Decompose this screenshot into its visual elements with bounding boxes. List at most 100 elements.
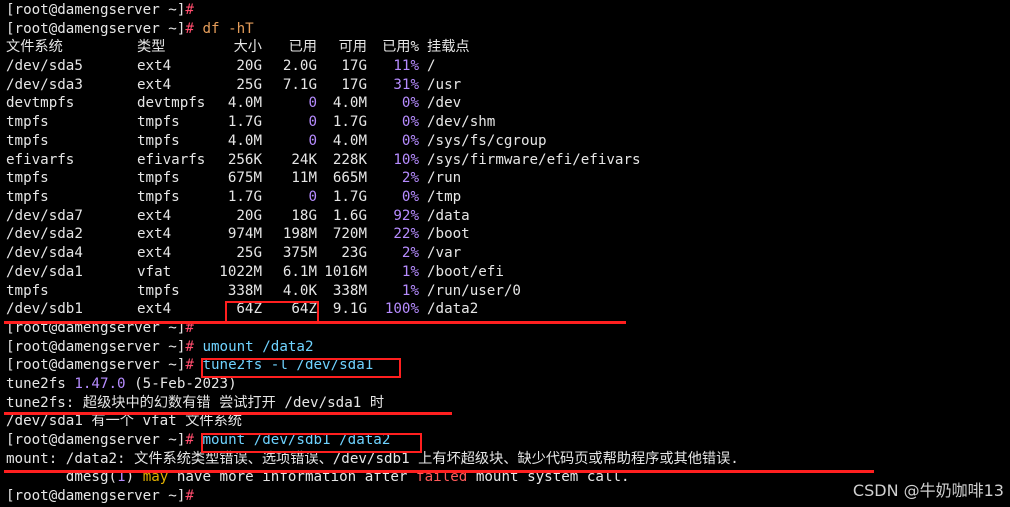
df-cell-fs: /dev/sda7 bbox=[6, 207, 83, 224]
df-cell-mount: /var bbox=[427, 245, 462, 262]
dmesg-num: 1 bbox=[117, 469, 126, 486]
df-cell-usep: 0% bbox=[401, 132, 419, 149]
df-row: tmpfs tmpfs 1.7G 0 1.7G 0% /dev/shm bbox=[6, 113, 641, 132]
prompt: [root@damengserver ~] bbox=[6, 338, 186, 355]
tune2fs-version-line: tune2fs 1.47.0 (5-Feb-2023) bbox=[6, 375, 1010, 394]
df-cell-type: ext4 bbox=[137, 301, 172, 318]
df-cell-usep: 22% bbox=[393, 226, 419, 243]
df-cell-fs: /dev/sdb1 bbox=[6, 301, 83, 318]
df-cell-mount: /dev/shm bbox=[427, 114, 496, 131]
df-cell-avail: 9.1G bbox=[332, 301, 367, 318]
df-cell-used: 7.1G bbox=[282, 76, 317, 93]
df-cell-usep: 0% bbox=[401, 114, 419, 131]
prompt-symbol: # bbox=[185, 488, 194, 505]
df-cell-size: 4.0M bbox=[227, 132, 262, 149]
header-size: 大小 bbox=[233, 39, 262, 56]
tune2fs-error-msg: 超级块中的幻数有错 尝试打开 /dev/sda1 时 bbox=[74, 394, 385, 411]
df-cell-fs: tmpfs bbox=[6, 170, 49, 187]
df-cell-used: 64Z bbox=[291, 301, 317, 318]
df-cell-type: tmpfs bbox=[137, 189, 180, 205]
df-cell-size: 25G bbox=[236, 245, 262, 262]
df-cell-mount: /tmp bbox=[427, 189, 462, 205]
df-row: tmpfs tmpfs 675M 11M 665M 2% /run bbox=[6, 169, 641, 188]
prompt-line-empty: [root@damengserver ~]# bbox=[6, 1, 1010, 20]
header-type: 类型 bbox=[137, 39, 166, 56]
df-cell-used: 375M bbox=[282, 245, 317, 262]
df-cell-mount: /boot bbox=[427, 226, 470, 243]
df-row: /dev/sda7 ext4 20G 18G 1.6G 92% /data bbox=[6, 207, 641, 226]
prompt: [root@damengserver ~] bbox=[6, 357, 186, 374]
df-cell-type: tmpfs bbox=[137, 282, 180, 299]
df-cell-fs: devtmpfs bbox=[6, 95, 75, 112]
df-cell-usep: 1% bbox=[401, 282, 419, 299]
df-cell-used: 0 bbox=[308, 95, 317, 112]
df-cell-avail: 228K bbox=[332, 151, 367, 168]
tune2fs-version: 1.47.0 bbox=[74, 375, 126, 392]
df-cell-size: 4.0M bbox=[227, 95, 262, 112]
df-cell-usep: 0% bbox=[401, 189, 419, 205]
df-cell-usep: 31% bbox=[393, 76, 419, 93]
prompt: [root@damengserver ~] bbox=[6, 20, 186, 37]
df-cell-avail: 4.0M bbox=[332, 132, 367, 149]
df-cell-size: 1.7G bbox=[227, 114, 262, 131]
df-cell-mount: /run/user/0 bbox=[427, 282, 521, 299]
df-cell-type: vfat bbox=[137, 263, 172, 280]
dmesg-prefix: dmesg( bbox=[6, 469, 118, 486]
prompt-symbol: # bbox=[185, 319, 194, 336]
df-cell-avail: 1.7G bbox=[332, 189, 367, 205]
df-row: tmpfs tmpfs 4.0M 0 4.0M 0% /sys/fs/cgroup bbox=[6, 132, 641, 151]
df-row: /dev/sda1 vfat 1022M 6.1M 1016M 1% /boot/efi bbox=[6, 263, 641, 282]
sda1-note: /dev/sda1 有一个 vfat 文件系统 bbox=[6, 413, 242, 430]
df-row: /dev/sda2 ext4 974M 198M 720M 22% /boot bbox=[6, 225, 641, 244]
df-cell-fs: /dev/sda2 bbox=[6, 226, 83, 243]
terminal-output[interactable]: [root@damengserver ~]# [root@damengserve… bbox=[6, 1, 1010, 506]
df-cell-mount: /sys/firmware/efi/efivars bbox=[427, 151, 641, 168]
df-cell-type: ext4 bbox=[137, 226, 172, 243]
df-cell-type: ext4 bbox=[137, 76, 172, 93]
df-row: /dev/sda4 ext4 25G 375M 23G 2% /var bbox=[6, 244, 641, 263]
tune2fs-error-label: tune2fs: bbox=[6, 394, 75, 411]
mount-error-msg: 文件系统类型错误、选项错误、/dev/sdb1 上有坏超级块、缺少代码页或帮助程… bbox=[125, 450, 739, 467]
tune2fs-error-line: tune2fs: 超级块中的幻数有错 尝试打开 /dev/sda1 时 bbox=[6, 394, 1010, 413]
df-cell-avail: 23G bbox=[341, 245, 367, 262]
df-cell-used: 0 bbox=[308, 189, 317, 205]
dmesg-may: may bbox=[142, 469, 169, 486]
prompt: [root@damengserver ~] bbox=[6, 432, 186, 449]
df-cell-fs: /dev/sda4 bbox=[6, 245, 83, 262]
df-cell-size: 256K bbox=[227, 151, 262, 168]
prompt-line-empty-2: [root@damengserver ~]# bbox=[6, 319, 1010, 338]
tune2fs-date: (5-Feb-2023) bbox=[125, 375, 237, 392]
df-cell-type: ext4 bbox=[137, 207, 172, 224]
prompt-line-umount: [root@damengserver ~]# umount /data2 bbox=[6, 338, 1010, 357]
df-row: tmpfs tmpfs 338M 4.0K 338M 1% /run/user/0 bbox=[6, 282, 641, 301]
df-cell-fs: /dev/sda5 bbox=[6, 58, 83, 75]
df-cell-type: efivarfs bbox=[137, 151, 206, 168]
df-cell-usep: 1% bbox=[401, 263, 419, 280]
df-cell-usep: 2% bbox=[401, 170, 419, 187]
sda1-note-line: /dev/sda1 有一个 vfat 文件系统 bbox=[6, 412, 1010, 431]
df-row: devtmpfs devtmpfs 4.0M 0 4.0M 0% /dev bbox=[6, 94, 641, 113]
df-cell-fs: tmpfs bbox=[6, 114, 49, 131]
prompt-symbol: # bbox=[185, 357, 194, 374]
command-umount: umount /data2 bbox=[202, 338, 314, 355]
df-cell-size: 675M bbox=[227, 170, 262, 187]
df-cell-size: 20G bbox=[236, 58, 262, 75]
df-row: tmpfs tmpfs 1.7G 0 1.7G 0% /tmp bbox=[6, 188, 641, 207]
header-used: 已用 bbox=[288, 39, 317, 56]
df-cell-avail: 720M bbox=[332, 226, 367, 243]
df-cell-size: 25G bbox=[236, 76, 262, 93]
df-cell-used: 11M bbox=[291, 170, 317, 187]
df-cell-size: 1.7G bbox=[227, 189, 262, 205]
dmesg-failed: failed bbox=[416, 469, 468, 486]
header-mount: 挂载点 bbox=[427, 39, 470, 56]
df-cell-size: 64Z bbox=[236, 301, 262, 318]
df-cell-fs: efivarfs bbox=[6, 151, 75, 168]
df-cell-mount: /sys/fs/cgroup bbox=[427, 132, 547, 149]
df-cell-mount: /run bbox=[427, 170, 462, 187]
df-row: /dev/sda3 ext4 25G 7.1G 17G 31% /usr bbox=[6, 76, 641, 95]
df-cell-mount: /data2 bbox=[427, 301, 479, 318]
df-cell-type: ext4 bbox=[137, 245, 172, 262]
df-cell-mount: /usr bbox=[427, 76, 462, 93]
header-usep: 已用% bbox=[382, 39, 419, 56]
prompt: [root@damengserver ~] bbox=[6, 319, 186, 336]
